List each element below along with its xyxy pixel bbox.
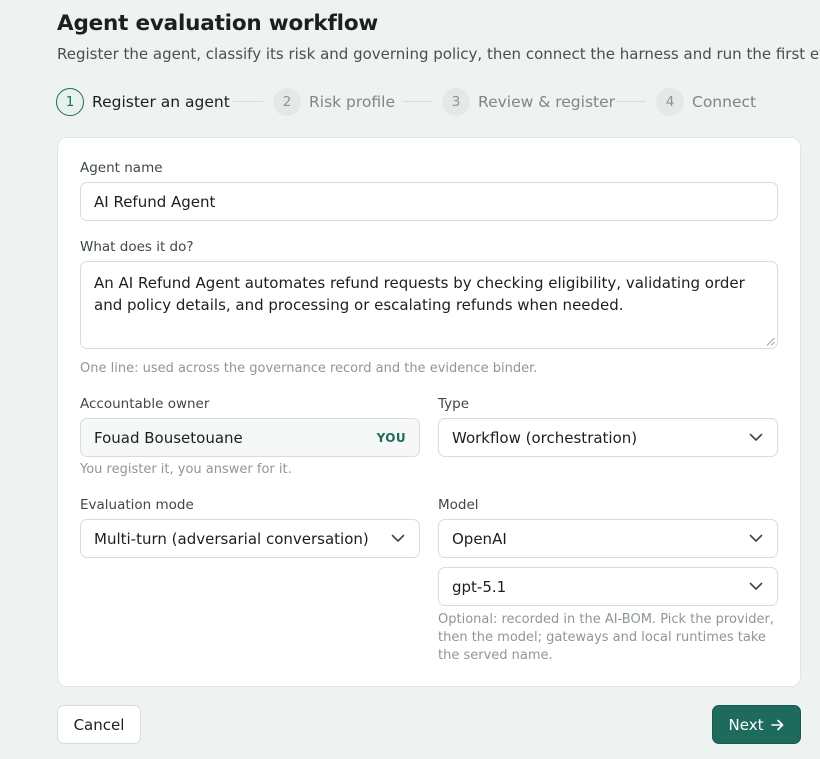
resize-handle-icon[interactable]: [766, 337, 775, 346]
step-number: 1: [56, 87, 84, 116]
type-label: Type: [438, 396, 470, 412]
step-label: Review & register: [478, 92, 616, 111]
owner-label: Accountable owner: [80, 396, 210, 412]
step-risk-profile[interactable]: 2 Risk profile: [273, 87, 395, 116]
agent-name-label: Agent name: [80, 160, 163, 176]
description-label: What does it do?: [80, 239, 194, 255]
agent-name-input[interactable]: AI Refund Agent: [80, 182, 778, 221]
stepper: 1 Register an agent 2 Risk profile 3 Rev…: [56, 87, 820, 116]
step-number: 4: [656, 87, 684, 116]
type-value: Workflow (orchestration): [452, 428, 638, 447]
step-label: Connect: [692, 92, 757, 111]
chevron-down-icon: [748, 531, 764, 547]
model-provider-select[interactable]: OpenAI: [438, 519, 778, 558]
evaluation-mode-select[interactable]: Multi-turn (adversarial conversation): [80, 519, 420, 558]
evaluation-mode-value: Multi-turn (adversarial conversation): [94, 529, 369, 548]
chevron-down-icon: [748, 579, 764, 595]
owner-field: Fouad Bousetouane YOU: [80, 418, 420, 457]
model-provider-value: OpenAI: [452, 529, 507, 548]
page-subtitle: Register the agent, classify its risk an…: [57, 45, 820, 63]
next-button[interactable]: Next: [712, 705, 801, 744]
next-label: Next: [728, 715, 764, 734]
step-connector: [233, 101, 263, 102]
step-connector: [403, 101, 433, 102]
step-connector: [616, 101, 646, 102]
model-label: Model: [438, 497, 479, 513]
owner-hint: You register it, you answer for it.: [80, 462, 292, 477]
step-label: Risk profile: [309, 92, 396, 111]
chevron-down-icon: [390, 531, 406, 547]
step-number: 3: [442, 87, 470, 116]
arrow-right-icon: [771, 719, 784, 731]
step-connect[interactable]: 4 Connect: [656, 87, 756, 116]
description-textarea[interactable]: An AI Refund Agent automates refund requ…: [80, 261, 778, 349]
evaluation-mode-label: Evaluation mode: [80, 497, 194, 513]
you-badge: YOU: [376, 430, 406, 445]
page-title: Agent evaluation workflow: [57, 11, 379, 36]
model-name-value: gpt-5.1: [452, 577, 507, 596]
step-label: Register an agent: [92, 92, 230, 111]
chevron-down-icon: [748, 430, 764, 446]
model-hint: Optional: recorded in the AI-BOM. Pick t…: [438, 612, 774, 663]
registration-form-card: Agent name AI Refund Agent What does it …: [57, 137, 801, 687]
cancel-label: Cancel: [73, 715, 125, 734]
type-select[interactable]: Workflow (orchestration): [438, 418, 778, 457]
owner-value: Fouad Bousetouane: [94, 428, 243, 447]
workflow-page: Agent evaluation workflow Register the a…: [0, 0, 820, 759]
description-hint: One line: used across the governance rec…: [80, 361, 538, 376]
cancel-button[interactable]: Cancel: [57, 705, 141, 744]
agent-name-value: AI Refund Agent: [94, 192, 216, 211]
step-register-agent[interactable]: 1 Register an agent: [56, 87, 230, 116]
step-number: 2: [273, 87, 301, 116]
model-name-select[interactable]: gpt-5.1: [438, 567, 778, 606]
description-value: An AI Refund Agent automates refund requ…: [94, 274, 745, 314]
step-review-register[interactable]: 3 Review & register: [442, 87, 615, 116]
